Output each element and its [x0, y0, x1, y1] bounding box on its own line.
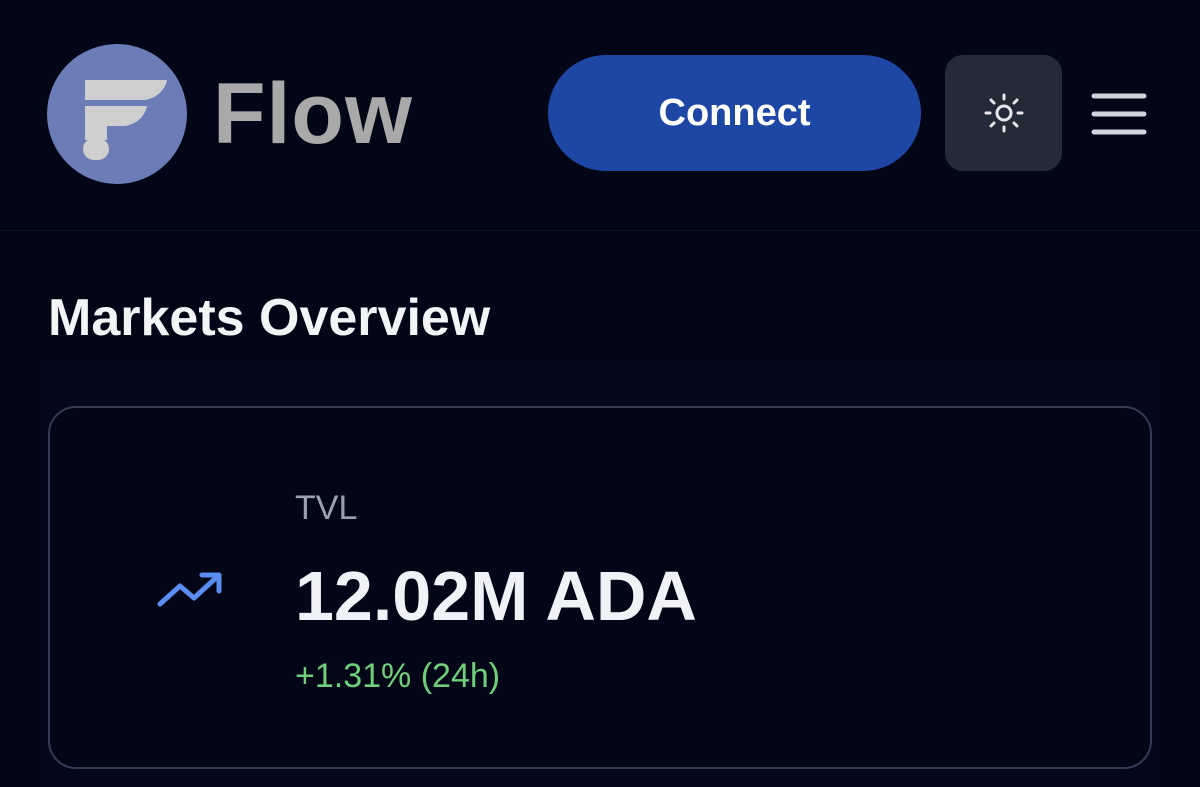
trending-up-icon: [157, 572, 222, 607]
brand-name: Flow: [213, 66, 413, 162]
flow-logo-icon: [47, 44, 187, 184]
tvl-label: TVL: [295, 489, 358, 527]
tvl-value: 12.02M ADA: [295, 557, 697, 635]
connect-wallet-button[interactable]: Connect: [548, 55, 921, 171]
hamburger-menu-icon: [1091, 93, 1147, 135]
page: Flow Connect Markets Overview TVL 12.02M…: [0, 0, 1200, 787]
theme-toggle-button[interactable]: [945, 55, 1062, 171]
tvl-change-24h: +1.31% (24h): [295, 657, 501, 695]
sun-icon: [984, 93, 1023, 133]
brand-logo[interactable]: Flow: [47, 44, 413, 184]
page-title: Markets Overview: [48, 289, 491, 347]
top-header: Flow Connect: [0, 0, 1200, 231]
hamburger-menu-button[interactable]: [1090, 90, 1148, 138]
